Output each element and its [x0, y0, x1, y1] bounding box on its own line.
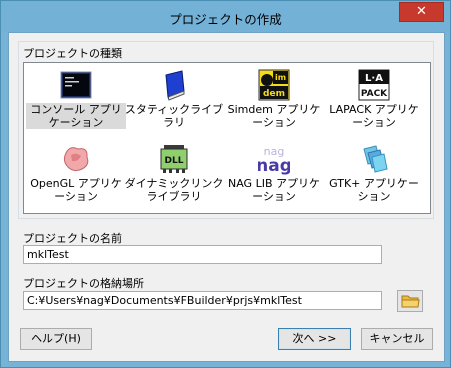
- folder-icon: [401, 295, 420, 308]
- dialog-body: プロジェクトの種類 コンソール アプリケーション スタティックライブラリ dem…: [8, 32, 445, 362]
- next-button[interactable]: 次へ >>: [278, 328, 351, 350]
- window-title: プロジェクトの作成: [169, 12, 282, 27]
- opengl-icon: [63, 147, 89, 172]
- project-type-label-dll: ダイナミックリンクライブラリ: [124, 177, 224, 203]
- project-type-dll[interactable]: DLL ダイナミックリンクライブラリ: [124, 139, 224, 209]
- project-name-input[interactable]: mklTest: [23, 245, 382, 264]
- svg-text:DLL: DLL: [165, 156, 184, 166]
- project-type-label-simdem: Simdem アプリケーション: [227, 103, 321, 129]
- svg-text:PACK: PACK: [361, 89, 388, 99]
- project-location-input[interactable]: C:¥Users¥nag¥Documents¥FBuilder¥prjs¥mkl…: [23, 291, 382, 310]
- book-icon: [165, 70, 185, 101]
- dialog-window: プロジェクトの作成 ✕ プロジェクトの種類 コンソール アプリケーション スタテ…: [0, 0, 451, 368]
- help-button[interactable]: ヘルプ(H): [20, 328, 92, 350]
- close-button[interactable]: ✕: [399, 2, 444, 22]
- nag-icon: nag nag: [258, 145, 290, 175]
- project-type-label-lapack: LAPACK アプリケーション: [329, 103, 419, 129]
- project-type-console[interactable]: コンソール アプリケーション: [26, 65, 126, 135]
- project-type-label-static-library: スタティックライブラリ: [124, 103, 224, 129]
- cancel-button[interactable]: キャンセル: [361, 328, 433, 350]
- project-type-label-nag-lib: NAG LIB アプリケーション: [228, 177, 320, 203]
- svg-text:dem: dem: [263, 89, 285, 99]
- project-type-opengl[interactable]: OpenGL アプリケーション: [26, 139, 126, 209]
- console-icon: [60, 71, 92, 99]
- project-type-simdem[interactable]: dem im Simdem アプリケーション: [224, 65, 324, 135]
- title-bar[interactable]: プロジェクトの作成 ✕: [1, 1, 450, 32]
- project-type-label-gtk: GTK+ アプリケーション: [329, 177, 419, 203]
- project-type-lapack[interactable]: L·A PACK LAPACK アプリケーション: [324, 65, 424, 135]
- dll-icon: DLL: [160, 145, 188, 173]
- project-type-gtk[interactable]: GTK+ アプリケーション: [324, 139, 424, 209]
- simdem-icon: dem im: [258, 69, 290, 101]
- project-type-nag-lib[interactable]: nag nag NAG LIB アプリケーション: [224, 139, 324, 209]
- project-type-label: プロジェクトの種類: [23, 47, 122, 60]
- gtk-icon: [363, 145, 388, 173]
- svg-text:im: im: [275, 73, 286, 82]
- browse-folder-button[interactable]: [397, 290, 423, 312]
- lapack-icon: L·A PACK: [358, 69, 390, 101]
- project-location-label: プロジェクトの格納場所: [23, 277, 144, 290]
- svg-text:L·A: L·A: [365, 73, 383, 84]
- project-type-label-console: コンソール アプリケーション: [26, 103, 126, 129]
- project-type-list[interactable]: コンソール アプリケーション スタティックライブラリ dem im Simdem…: [23, 62, 431, 214]
- project-name-label: プロジェクトの名前: [23, 232, 122, 245]
- project-type-static-library[interactable]: スタティックライブラリ: [124, 65, 224, 135]
- project-type-label-opengl: OpenGL アプリケーション: [30, 177, 122, 203]
- svg-text:nag: nag: [258, 156, 290, 175]
